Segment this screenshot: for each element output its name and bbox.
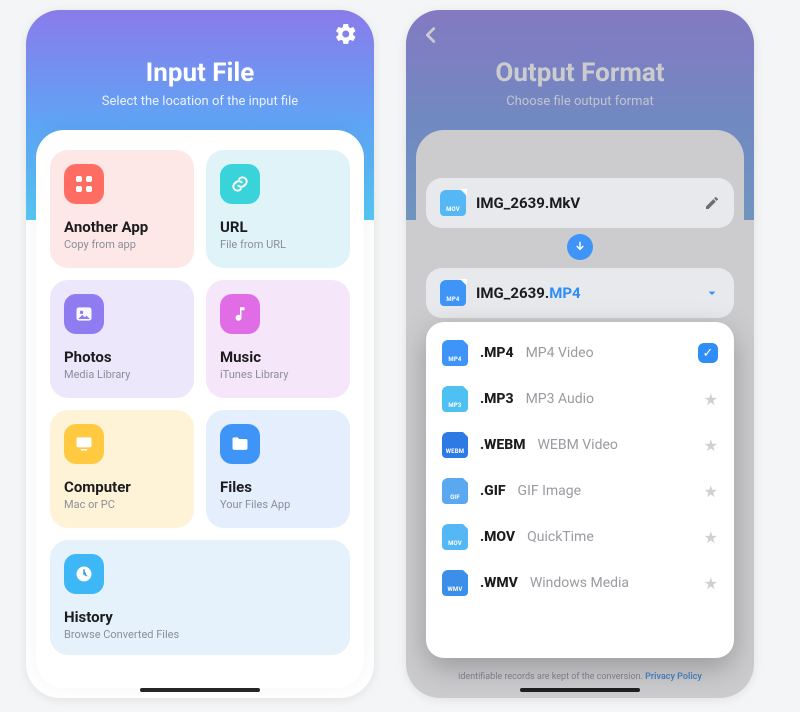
home-indicator[interactable] (520, 688, 640, 692)
file-icon-gif: GIF (442, 478, 468, 504)
tile-sub: Your Files App (220, 498, 336, 511)
target-file-name: IMG_2639.MP4 (476, 284, 694, 302)
format-option-webm[interactable]: WEBM .WEBM WEBM Video ★ (426, 422, 734, 468)
format-ext: .MP3 (480, 391, 514, 407)
tile-sub: Browse Converted Files (64, 628, 336, 641)
source-file-name: IMG_2639.MkV (476, 194, 694, 212)
photos-icon (64, 294, 104, 334)
tile-title: Photos (64, 348, 180, 366)
file-icon-mov: MOV (440, 190, 466, 216)
folder-icon (220, 424, 260, 464)
tile-sub: Mac or PC (64, 498, 180, 511)
tile-sub: Copy from app (64, 238, 180, 251)
apps-icon (64, 164, 104, 204)
tile-title: Another App (64, 218, 180, 236)
format-dropdown: MP4 .MP4 MP4 Video ✓ MP3 .MP3 MP3 Audio … (426, 322, 734, 658)
computer-icon (64, 424, 104, 464)
format-desc: GIF Image (518, 483, 582, 499)
file-icon-mp4: MP4 (442, 340, 468, 366)
format-desc: QuickTime (527, 529, 594, 545)
arrow-down-icon (573, 240, 587, 254)
format-ext: .WEBM (480, 437, 525, 453)
format-option-wmv[interactable]: WMV .WMV Windows Media ★ (426, 560, 734, 606)
screen-input-file: Input File Select the location of the in… (26, 10, 374, 698)
star-icon[interactable]: ★ (704, 390, 718, 409)
format-ext: .WMV (480, 575, 518, 591)
format-dropdown-toggle[interactable] (704, 285, 720, 301)
tile-url[interactable]: URL File from URL (206, 150, 350, 268)
format-option-mp3[interactable]: MP3 .MP3 MP3 Audio ★ (426, 376, 734, 422)
tile-title: History (64, 608, 336, 626)
source-file-card: MOV IMG_2639.MkV (426, 178, 734, 228)
file-icon-webm: WEBM (442, 432, 468, 458)
settings-button[interactable] (334, 22, 358, 46)
format-option-mp4[interactable]: MP4 .MP4 MP4 Video ✓ (426, 330, 734, 376)
format-desc: Windows Media (530, 575, 629, 591)
tile-title: Music (220, 348, 336, 366)
rename-button[interactable] (704, 195, 720, 211)
tile-computer[interactable]: Computer Mac or PC (50, 410, 194, 528)
format-option-mov[interactable]: MOV .MOV QuickTime ★ (426, 514, 734, 560)
tile-title: Files (220, 478, 336, 496)
star-icon[interactable]: ★ (704, 574, 718, 593)
file-icon-mov: MOV (442, 524, 468, 550)
page-title: Input File (26, 58, 374, 88)
tile-sub: File from URL (220, 238, 336, 251)
file-icon-mp3: MP3 (442, 386, 468, 412)
file-icon-mp4: MP4 (440, 280, 466, 306)
tile-title: Computer (64, 478, 180, 496)
format-desc: MP4 Video (526, 345, 594, 361)
screen-output-format: Output Format Choose file output format … (406, 10, 754, 698)
gear-icon (334, 22, 358, 46)
format-option-gif[interactable]: GIF .GIF GIF Image ★ (426, 468, 734, 514)
home-indicator[interactable] (140, 688, 260, 692)
pencil-icon (704, 195, 720, 211)
star-icon[interactable]: ★ (704, 436, 718, 455)
clock-icon (64, 554, 104, 594)
star-icon[interactable]: ★ (704, 482, 718, 501)
format-desc: WEBM Video (537, 437, 617, 453)
tile-another-app[interactable]: Another App Copy from app (50, 150, 194, 268)
tile-sub: Media Library (64, 368, 180, 381)
format-ext: .MOV (480, 529, 515, 545)
tile-files[interactable]: Files Your Files App (206, 410, 350, 528)
checkmark-icon: ✓ (698, 343, 718, 363)
tile-title: URL (220, 218, 336, 236)
link-icon (220, 164, 260, 204)
music-icon (220, 294, 260, 334)
format-ext: .MP4 (480, 345, 514, 361)
format-ext: .GIF (480, 483, 506, 499)
input-sources-sheet: Another App Copy from app URL File from … (36, 130, 364, 688)
tile-photos[interactable]: Photos Media Library (50, 280, 194, 398)
target-file-card[interactable]: MP4 IMG_2639.MP4 (426, 268, 734, 318)
page-subtitle: Select the location of the input file (26, 94, 374, 109)
tile-music[interactable]: Music iTunes Library (206, 280, 350, 398)
format-desc: MP3 Audio (526, 391, 594, 407)
tile-history[interactable]: History Browse Converted Files (50, 540, 350, 655)
file-icon-wmv: WMV (442, 570, 468, 596)
convert-arrow (567, 234, 593, 260)
star-icon[interactable]: ★ (704, 528, 718, 547)
tile-sub: iTunes Library (220, 368, 336, 381)
caret-down-icon (704, 285, 720, 301)
